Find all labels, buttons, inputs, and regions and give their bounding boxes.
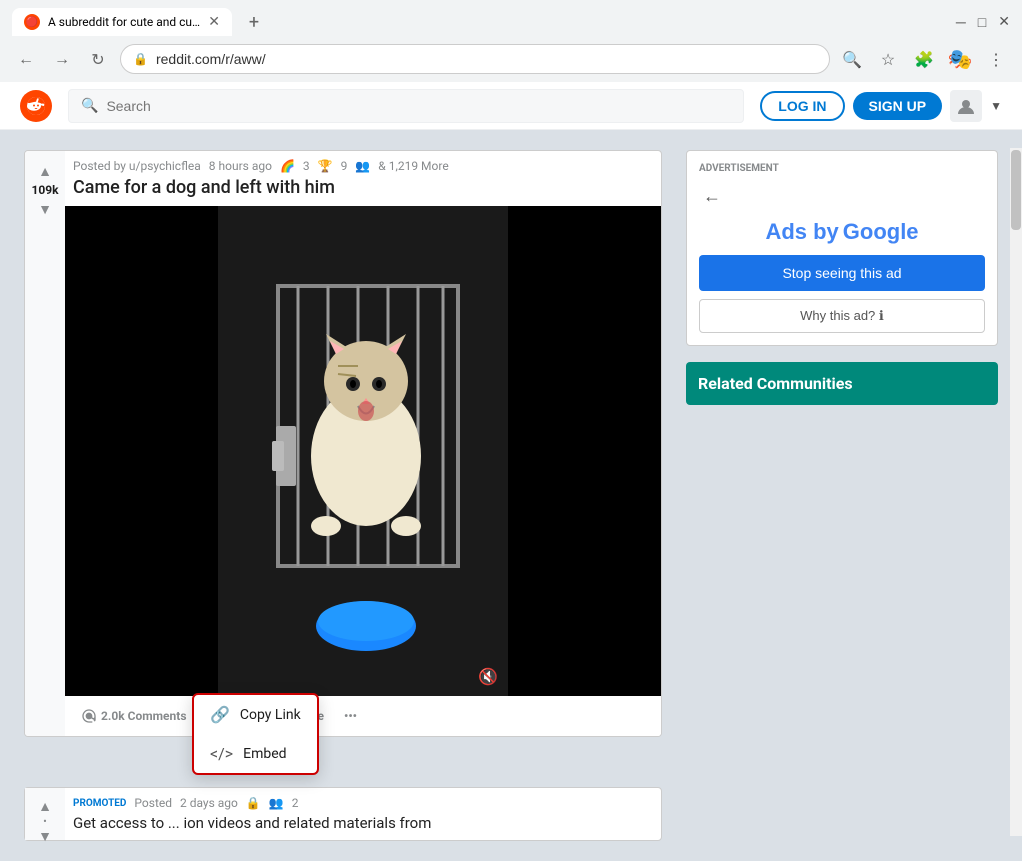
login-button[interactable]: LOG IN [760, 91, 844, 121]
post-time: 8 hours ago [209, 159, 272, 173]
browser-nav: ← → ↻ 🔒 🔍 ☆ 🧩 🎭 ⋮ [0, 36, 1022, 82]
post-image-container: 🔇 [65, 206, 661, 696]
more-button[interactable]: ••• [336, 703, 365, 729]
upvote-button[interactable]: ▲ [33, 159, 57, 183]
flair-more: & 1,219 More [378, 159, 448, 173]
comments-count: 2.0k Comments [101, 709, 187, 723]
related-communities-widget: Related Communities [686, 362, 998, 405]
post-content: Posted by u/psychicflea 8 hours ago 🌈 3 … [65, 151, 661, 736]
advertisement-label: ADVERTISEMENT [699, 163, 985, 174]
signup-button[interactable]: SIGN UP [853, 92, 943, 120]
link-icon: 🔗 [210, 705, 230, 724]
promoted-icon1: 🔒 [246, 796, 261, 810]
menu-icon[interactable]: ⋮ [982, 45, 1010, 73]
header-actions: LOG IN SIGN UP ▼ [760, 90, 1002, 122]
promoted-vote-column: ▲ • ▼ [25, 788, 65, 840]
user-menu-chevron[interactable]: ▼ [990, 99, 1002, 113]
search-icon: 🔍 [81, 98, 98, 114]
flair-count1: 3 [303, 159, 310, 173]
google-brand: Google [843, 219, 919, 244]
url-input[interactable] [156, 51, 817, 67]
forward-button[interactable]: → [48, 45, 76, 73]
search-input[interactable] [106, 98, 731, 114]
promoted-upvote[interactable]: ▲ [33, 798, 57, 815]
lock-icon: 🔒 [133, 52, 148, 66]
promoted-card: ▲ • ▼ PROMOTED Posted 2 days ago 🔒 👥 2 G… [24, 787, 662, 841]
promoted-posted: Posted [134, 796, 172, 810]
downvote-button[interactable]: ▼ [33, 197, 57, 221]
comments-button[interactable]: 2.0k Comments [73, 702, 195, 730]
address-bar[interactable]: 🔒 [120, 44, 830, 74]
search-icon[interactable]: 🔍 [838, 45, 866, 73]
extensions-icon[interactable]: 🧩 [910, 45, 938, 73]
promoted-icon2: 👥 [269, 796, 284, 810]
browser-titlebar: 🔴 A subreddit for cute and cuddly ✕ + ─ … [0, 0, 1022, 36]
reddit-header: 🔍 LOG IN SIGN UP ▼ [0, 82, 1022, 130]
minimize-button[interactable]: ─ [956, 14, 966, 31]
vote-column: ▲ 109k ▼ [25, 151, 65, 736]
reddit-logo[interactable] [20, 90, 52, 122]
post-title: Came for a dog and left with him [65, 173, 661, 206]
tab-title: A subreddit for cute and cuddly [48, 15, 200, 29]
more-dots: ••• [344, 709, 357, 723]
main-content: ▲ 109k ▼ Posted by u/psychicflea 8 hours… [0, 130, 1022, 861]
promoted-time: 2 days ago [180, 796, 238, 810]
search-bar[interactable]: 🔍 [68, 89, 744, 123]
embed-label: Embed [243, 746, 286, 762]
stop-seeing-ad-button[interactable]: Stop seeing this ad [699, 255, 985, 291]
tab-close-button[interactable]: ✕ [208, 14, 220, 30]
promoted-title: Get access to ... ion videos and related… [73, 814, 653, 832]
embed-icon: </> [210, 744, 233, 763]
browser-tab[interactable]: 🔴 A subreddit for cute and cuddly ✕ [12, 8, 232, 36]
post-actions: 2.0k Comments Share Save ••• [65, 696, 661, 736]
copy-link-item[interactable]: 🔗 Copy Link [194, 695, 317, 734]
embed-item[interactable]: </> Embed [194, 734, 317, 773]
flair-count2: 9 [341, 159, 348, 173]
post-container: ▲ 109k ▼ Posted by u/psychicflea 8 hours… [24, 150, 662, 841]
posted-by-label: Posted by u/psychicflea [73, 159, 201, 173]
sidebar: ADVERTISEMENT ← Ads by Google Stop seein… [686, 150, 998, 841]
page-scrollbar[interactable] [1010, 148, 1022, 836]
flair-emoji1: 🌈 [280, 159, 295, 173]
tab-favicon: 🔴 [24, 14, 40, 30]
promoted-downvote[interactable]: ▼ [33, 828, 57, 845]
ads-by-text: Ads by [765, 219, 838, 244]
bookmark-icon[interactable]: ☆ [874, 45, 902, 73]
refresh-button[interactable]: ↻ [84, 45, 112, 73]
close-button[interactable]: ✕ [998, 14, 1010, 30]
vote-count: 109k [31, 183, 58, 197]
new-tab-button[interactable]: + [240, 8, 268, 36]
post-image-svg [218, 206, 508, 696]
promoted-tag: PROMOTED [73, 798, 126, 809]
profile-icon[interactable]: 🎭 [946, 45, 974, 73]
scrollbar-thumb[interactable] [1011, 150, 1021, 230]
back-button[interactable]: ← [12, 45, 40, 73]
promoted-content: PROMOTED Posted 2 days ago 🔒 👥 2 Get acc… [73, 796, 653, 832]
post-card: ▲ 109k ▼ Posted by u/psychicflea 8 hours… [24, 150, 662, 737]
browser-chrome: 🔴 A subreddit for cute and cuddly ✕ + ─ … [0, 0, 1022, 82]
volume-icon[interactable]: 🔇 [478, 667, 498, 686]
maximize-button[interactable]: □ [978, 14, 986, 31]
copy-link-label: Copy Link [240, 707, 301, 723]
related-communities-label: Related Communities [698, 374, 853, 393]
flair-emoji2: 🏆 [318, 159, 333, 173]
user-avatar[interactable] [950, 90, 982, 122]
popup-wrapper: 🔗 Copy Link </> Embed [192, 693, 319, 775]
ads-by-google: Ads by Google [699, 219, 985, 245]
flair-emoji3: 👥 [355, 159, 370, 173]
promoted-icon3: 2 [292, 796, 299, 810]
post-header: Posted by u/psychicflea 8 hours ago 🌈 3 … [65, 151, 661, 173]
ad-widget: ADVERTISEMENT ← Ads by Google Stop seein… [686, 150, 998, 346]
ad-back-button[interactable]: ← [699, 182, 725, 211]
why-this-ad-button[interactable]: Why this ad? ℹ [699, 299, 985, 333]
promoted-bullet: • [43, 815, 47, 828]
